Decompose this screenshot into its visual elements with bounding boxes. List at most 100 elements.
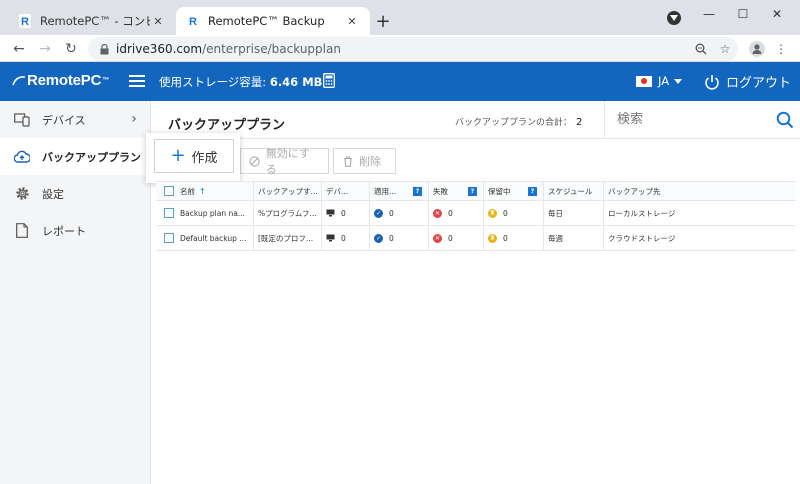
chrome-menu-dropdown-icon[interactable]	[667, 11, 681, 25]
disable-button-label: 無効にする	[265, 147, 310, 176]
plan-total: バックアッププランの合計： 2	[455, 115, 582, 128]
chevron-right-icon: ›	[131, 111, 137, 127]
cloud-upload-icon	[14, 149, 30, 165]
monitor-icon	[326, 209, 335, 217]
new-tab-button[interactable]: +	[372, 10, 394, 32]
ban-icon	[249, 155, 261, 167]
header-divider	[152, 138, 800, 139]
table-header-row: 名前 ↑ バックアップす... デバ... 適用...? 失敗? 保留中? スケジ…	[156, 181, 796, 201]
plan-total-value: 2	[576, 117, 583, 128]
header-schedule: スケジュール	[543, 182, 603, 200]
search-icon[interactable]	[776, 111, 794, 129]
monitor-icon	[326, 234, 335, 242]
sidebar-item-label: バックアッププラン	[42, 150, 141, 164]
sort-up-arrow-icon: ↑	[199, 186, 206, 196]
header-name[interactable]: 名前 ↑	[176, 182, 254, 200]
main-panel: バックアッププラン バックアッププランの合計：2 無効にする 削除 + 作成 名…	[146, 101, 800, 484]
logo-tm: ™	[102, 77, 110, 84]
sidebar-item-settings[interactable]: 設定	[0, 175, 151, 212]
cell-name[interactable]: Default backup ...	[176, 226, 253, 250]
gear-icon	[14, 186, 30, 202]
storage-value: 6.46 MB	[269, 75, 323, 89]
language-selector[interactable]: JA	[636, 74, 683, 88]
reload-icon[interactable]: ↻	[60, 38, 82, 60]
kebab-menu-icon[interactable]: ⋮	[770, 38, 792, 60]
japan-flag-icon	[636, 75, 652, 87]
help-icon[interactable]: ?	[468, 186, 477, 196]
trash-icon	[342, 155, 354, 167]
tab-title: RemotePC™ Backup	[208, 14, 325, 28]
cell-backup-items: [既定のプロフ...	[253, 226, 321, 250]
back-arrow-icon[interactable]: ←	[8, 38, 30, 60]
cell-backup-items: %プログラムフ...	[253, 201, 321, 225]
cell-applied: ✓ 0	[369, 201, 428, 225]
table-row[interactable]: Backup plan na... %プログラムフ... 0 ✓ 0 ✕ 0 ⧗ 0 …	[156, 201, 796, 226]
header-applied: 適用...?	[369, 182, 428, 200]
sidebar-item-reports[interactable]: レポート	[0, 212, 151, 249]
calculator-icon[interactable]	[323, 73, 335, 88]
bookmark-star-icon[interactable]: ☆	[714, 38, 736, 60]
forward-arrow-icon[interactable]: →	[34, 38, 56, 60]
cell-schedule: 毎週	[543, 226, 603, 250]
address-bar[interactable]: idrive360.com/enterprise/backupplan	[88, 37, 738, 61]
help-icon[interactable]: ?	[413, 186, 422, 196]
cell-schedule: 毎日	[543, 201, 603, 225]
remotepc-favicon-icon: R	[186, 14, 200, 28]
browser-tabstrip: R RemotePC™ - コンピューター ✕ R RemotePC™ Back…	[0, 0, 800, 35]
lock-icon	[98, 43, 110, 55]
sidebar: デバイス › バックアッププラン 設定 レポート	[0, 101, 151, 484]
tab-title: RemotePC™ - コンピューター	[40, 14, 150, 28]
disable-button[interactable]: 無効にする	[240, 147, 329, 176]
power-icon	[705, 74, 719, 90]
header-destination: バックアップ先	[603, 182, 796, 200]
delete-button-label: 削除	[359, 155, 381, 168]
sidebar-item-label: 設定	[42, 187, 64, 201]
browser-tab-backup[interactable]: R RemotePC™ Backup ✕	[176, 7, 370, 35]
browser-tab-remotepc[interactable]: R RemotePC™ - コンピューター ✕	[8, 7, 176, 35]
logout-label: ログアウト	[726, 76, 792, 91]
remotepc-favicon-icon: R	[18, 14, 32, 28]
header-pending: 保留中?	[483, 182, 543, 200]
browser-toolbar: ← → ↻ idrive360.com/enterprise/backuppla…	[0, 35, 800, 62]
zoom-icon[interactable]	[690, 38, 712, 60]
delete-button[interactable]: 削除	[333, 148, 396, 174]
app-header: RemotePC ™ 使用ストレージ容量: 6.46 MB JA ログアウト	[0, 62, 800, 101]
sidebar-item-devices[interactable]: デバイス ›	[0, 101, 151, 138]
check-circle-icon: ✓	[374, 233, 383, 243]
devices-icon	[14, 112, 30, 128]
sidebar-item-backup-plan[interactable]: バックアッププラン	[0, 138, 151, 175]
pending-circle-icon: ⧗	[488, 208, 497, 218]
create-button[interactable]: + 作成	[154, 139, 234, 173]
cell-failed: ✕ 0	[428, 226, 483, 250]
cell-destination: クラウドストレージ	[603, 226, 796, 250]
cell-devices: 0	[321, 226, 369, 250]
url-path: /enterprise/backupplan	[202, 42, 341, 56]
table-row[interactable]: Default backup ... [既定のプロフ... 0 ✓ 0 ✕ 0 ⧗ 0…	[156, 226, 796, 251]
hamburger-menu-icon[interactable]	[129, 73, 145, 89]
cell-pending: ⧗ 0	[483, 201, 543, 225]
help-icon[interactable]: ?	[528, 186, 537, 196]
storage-label: 使用ストレージ容量:	[159, 75, 267, 89]
pending-circle-icon: ⧗	[488, 233, 497, 243]
remotepc-logo: RemotePC ™	[12, 72, 109, 89]
profile-avatar-icon[interactable]	[746, 38, 768, 60]
logout-button[interactable]: ログアウト	[704, 72, 791, 91]
document-icon	[14, 223, 30, 239]
plan-total-label: バックアッププランの合計：	[455, 118, 573, 128]
plus-icon: +	[170, 145, 186, 166]
svg-text:R: R	[21, 16, 29, 28]
cell-failed: ✕ 0	[428, 201, 483, 225]
cell-devices: 0	[321, 201, 369, 225]
logo-text: RemotePC	[27, 72, 102, 89]
close-tab-icon[interactable]: ✕	[150, 13, 166, 29]
close-tab-icon[interactable]: ✕	[344, 13, 360, 29]
cell-name[interactable]: Backup plan na...	[176, 201, 253, 225]
sidebar-item-label: レポート	[42, 224, 86, 238]
search-input[interactable]	[617, 112, 767, 127]
logo-swoosh-icon	[12, 75, 26, 85]
close-window-icon[interactable]: ✕	[754, 0, 800, 28]
error-circle-icon: ✕	[433, 208, 442, 218]
error-circle-icon: ✕	[433, 233, 442, 243]
header-devices: デバ...	[321, 182, 369, 200]
header-backup-items: バックアップす...	[253, 182, 321, 200]
